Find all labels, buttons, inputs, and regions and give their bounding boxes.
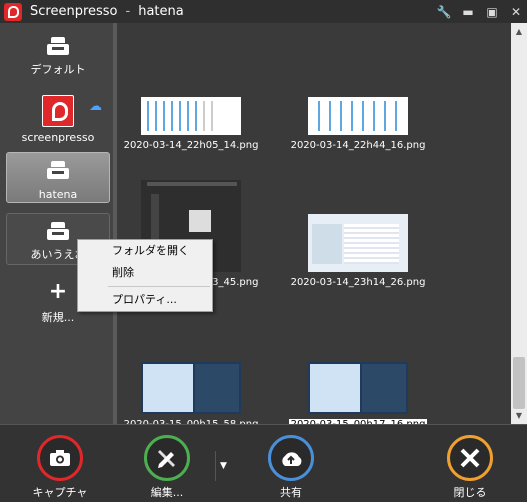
sidebar-item-label: hatena [38, 188, 78, 201]
sidebar-item-hatena[interactable]: hatena [6, 152, 110, 203]
capture-label: キャプチャ [32, 486, 88, 499]
edit-label: 編集... [150, 486, 184, 499]
vertical-scrollbar[interactable]: ▲ ▼ [511, 23, 527, 424]
folder-icon [47, 161, 69, 179]
thumbnail-caption: 2020-03-14_23h14_26.png [290, 277, 426, 288]
minimize-icon[interactable]: ▬ [461, 5, 475, 19]
scrollbar-thumb[interactable] [513, 357, 525, 409]
chevron-down-icon[interactable]: ▼ [215, 451, 231, 481]
close-window-icon[interactable]: ✕ [509, 5, 523, 19]
scroll-down-icon[interactable]: ▼ [514, 411, 524, 420]
restore-icon[interactable]: ▣ [485, 5, 499, 19]
sidebar-item-default[interactable]: デフォルト [6, 37, 110, 85]
menu-item-open-folder[interactable]: フォルダを開く [78, 240, 212, 262]
thumbnail-item[interactable]: 2020-03-14_22h05_14.png [116, 97, 266, 151]
camera-icon [37, 435, 83, 481]
edit-button[interactable]: 編集... [127, 435, 207, 500]
thumbnail-grid: 2020-03-14_22h05_14.png 2020-03-14_22h44… [121, 23, 511, 430]
capture-button[interactable]: キャプチャ [20, 435, 100, 500]
thumbnail-caption: 2020-03-14_22h05_14.png [123, 140, 259, 151]
cloud-upload-icon [268, 435, 314, 481]
sidebar-item-label: 新規... [41, 311, 75, 324]
thumbnail-image [308, 362, 408, 414]
screenpresso-logo-icon [42, 95, 74, 127]
title-bar: Screenpresso - hatena 🔧 ▬ ▣ ✕ [0, 0, 527, 23]
thumbnail-item[interactable]: 2020-03-14_23h14_26.png [283, 214, 433, 288]
folder-icon [47, 37, 69, 55]
bottom-toolbar: キャプチャ 編集... ▼ 共有 閉じる [0, 424, 527, 502]
thumbnail-image [141, 362, 241, 414]
thumbnail-item[interactable]: 2020-03-15_00h15_58.png [116, 362, 266, 430]
app-title: Screenpresso [30, 4, 118, 19]
thumbnail-image [308, 214, 408, 272]
scroll-up-icon[interactable]: ▲ [514, 27, 524, 36]
thumbnail-item-selected[interactable]: 2020-03-15_00h17_16.png [283, 362, 433, 430]
menu-divider [108, 286, 210, 287]
share-button[interactable]: 共有 [251, 435, 331, 500]
thumbnail-image [141, 97, 241, 135]
sidebar-item-label: screenpresso [21, 131, 95, 144]
thumbnail-item[interactable]: 2020-03-14_22h44_16.png [283, 97, 433, 151]
edit-tools-icon [144, 435, 190, 481]
workspace-sidebar: デフォルト ☁ screenpresso hatena あいうえお + 新規..… [0, 23, 117, 424]
context-menu: フォルダを開く 削除 プロパティ... [77, 239, 213, 312]
share-label: 共有 [280, 486, 302, 499]
title-separator: - [125, 4, 131, 19]
menu-item-properties[interactable]: プロパティ... [78, 289, 212, 311]
thumbnail-image [308, 97, 408, 135]
folder-icon [47, 222, 69, 240]
thumbnail-caption: 2020-03-14_22h44_16.png [290, 140, 426, 151]
window-controls: 🔧 ▬ ▣ ✕ [437, 0, 523, 23]
workspace-title: hatena [138, 4, 184, 19]
close-button[interactable]: 閉じる [430, 435, 510, 500]
settings-wrench-icon[interactable]: 🔧 [437, 5, 452, 19]
sidebar-item-label: デフォルト [30, 63, 86, 76]
sidebar-item-screenpresso[interactable]: ☁ screenpresso [6, 95, 110, 145]
screenpresso-logo-icon [4, 2, 22, 21]
menu-item-delete[interactable]: 削除 [78, 262, 212, 284]
close-icon [447, 435, 493, 481]
plus-icon: + [48, 279, 68, 304]
close-label: 閉じる [453, 486, 487, 499]
cloud-sync-icon: ☁ [89, 99, 102, 114]
